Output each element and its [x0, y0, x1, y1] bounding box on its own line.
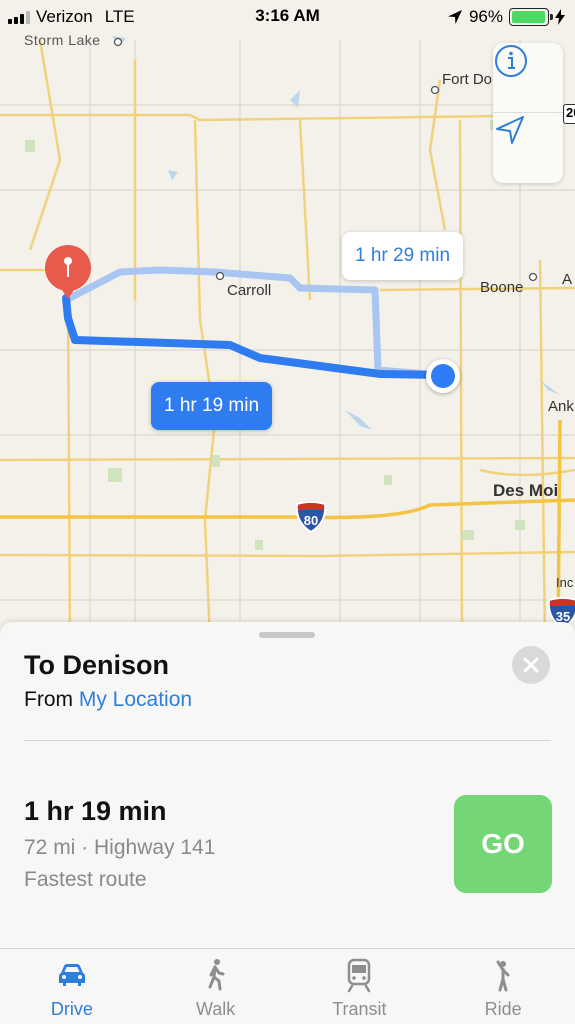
destination-title: To Denison	[24, 650, 169, 680]
tab-drive[interactable]: Drive	[0, 949, 144, 1024]
transport-tab-bar: Drive Walk Transit Ride	[0, 948, 575, 1024]
sheet-grabber[interactable]	[259, 632, 315, 638]
map-controls	[493, 43, 563, 183]
tab-walk-label: Walk	[195, 999, 236, 1019]
go-button[interactable]: GO	[454, 795, 552, 893]
route-note: Fastest route	[24, 868, 147, 891]
storm-lake-label: Storm Lake	[24, 32, 101, 48]
des-moines-label: Des Moi	[493, 481, 559, 500]
tab-ride-label: Ride	[484, 999, 522, 1019]
walking-person-icon	[208, 959, 225, 991]
directions-sheet: To Denison From My Location 1 hr 19 min …	[0, 622, 575, 948]
tab-walk[interactable]: Walk	[144, 949, 288, 1024]
interstate-80-number: 80	[304, 513, 318, 528]
info-button[interactable]	[493, 43, 563, 113]
selected-route-callout[interactable]: 1 hr 19 min	[151, 382, 273, 430]
ames-label: A	[562, 271, 573, 288]
current-location-dot[interactable]	[426, 359, 460, 393]
tab-transit[interactable]: Transit	[288, 949, 432, 1024]
us-20-shield: 20	[563, 104, 575, 124]
indianola-label: Inc	[556, 575, 574, 590]
destination-pin[interactable]	[45, 245, 91, 291]
location-arrow-icon	[496, 116, 524, 144]
tab-ride[interactable]: Ride	[431, 949, 575, 1024]
map-roads	[0, 36, 575, 640]
tab-drive-label: Drive	[50, 999, 93, 1019]
current-location-dot-inner	[431, 364, 455, 388]
map-view[interactable]: Storm Lake Fort Do Carroll Boone A Ank D…	[0, 0, 575, 640]
alternate-route-callout[interactable]: 1 hr 29 min	[342, 232, 464, 280]
fort-dodge-label: Fort Do	[442, 71, 493, 88]
close-button[interactable]	[512, 646, 550, 684]
from-prefix: From	[24, 688, 73, 711]
route-duration: 1 hr 19 min	[24, 796, 167, 826]
info-icon	[495, 45, 527, 77]
carroll-label: Carroll	[227, 282, 272, 299]
origin-location-link[interactable]: My Location	[79, 688, 192, 711]
interstate-80-shield: 80	[295, 501, 327, 534]
location-services-icon	[447, 10, 462, 24]
origin-line: From My Location	[24, 688, 192, 712]
battery-fill	[512, 11, 545, 23]
ankeny-label: Ank	[548, 398, 574, 415]
battery-percent: 96%	[468, 7, 503, 26]
destination-pin-tail	[60, 287, 76, 299]
train-icon	[348, 958, 371, 993]
locate-button[interactable]	[493, 113, 563, 183]
boone-label: Boone	[480, 279, 524, 296]
car-icon	[58, 964, 85, 986]
status-bar: Verizon LTE 3:16 AM 96%	[0, 0, 575, 34]
tab-transit-label: Transit	[332, 999, 387, 1019]
hailing-person-icon	[496, 960, 510, 992]
pin-stick	[67, 264, 69, 277]
charging-bolt-icon	[555, 9, 565, 25]
divider	[24, 740, 551, 741]
close-icon	[523, 657, 539, 673]
route-details: 72 mi · Highway 141	[24, 836, 216, 859]
battery-icon	[509, 8, 553, 26]
